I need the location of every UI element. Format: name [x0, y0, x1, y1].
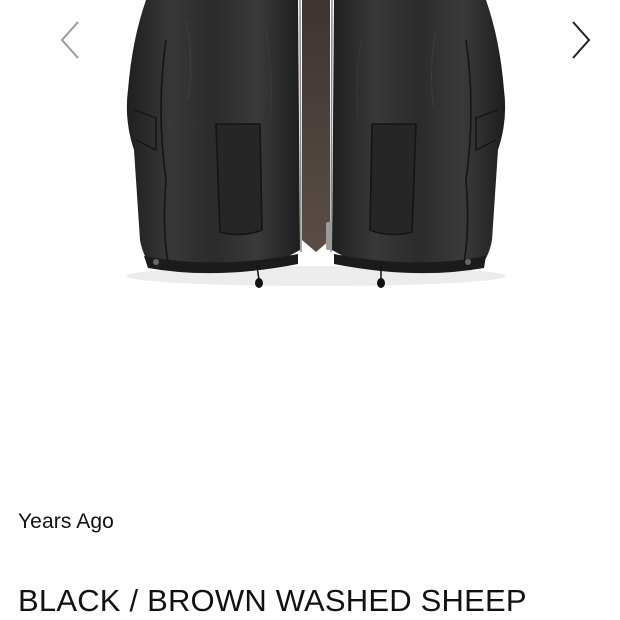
chevron-right-icon	[572, 21, 591, 59]
previous-image-button[interactable]	[48, 18, 92, 62]
product-title: BLACK / BROWN WASHED SHEEP	[18, 583, 527, 618]
product-page: Years Ago BLACK / BROWN WASHED SHEEP	[0, 0, 620, 620]
product-image	[16, 0, 604, 480]
next-image-button[interactable]	[559, 18, 603, 62]
product-brand[interactable]: Years Ago	[18, 510, 114, 534]
product-image-gallery[interactable]	[16, 0, 604, 480]
chevron-left-icon	[60, 21, 79, 59]
